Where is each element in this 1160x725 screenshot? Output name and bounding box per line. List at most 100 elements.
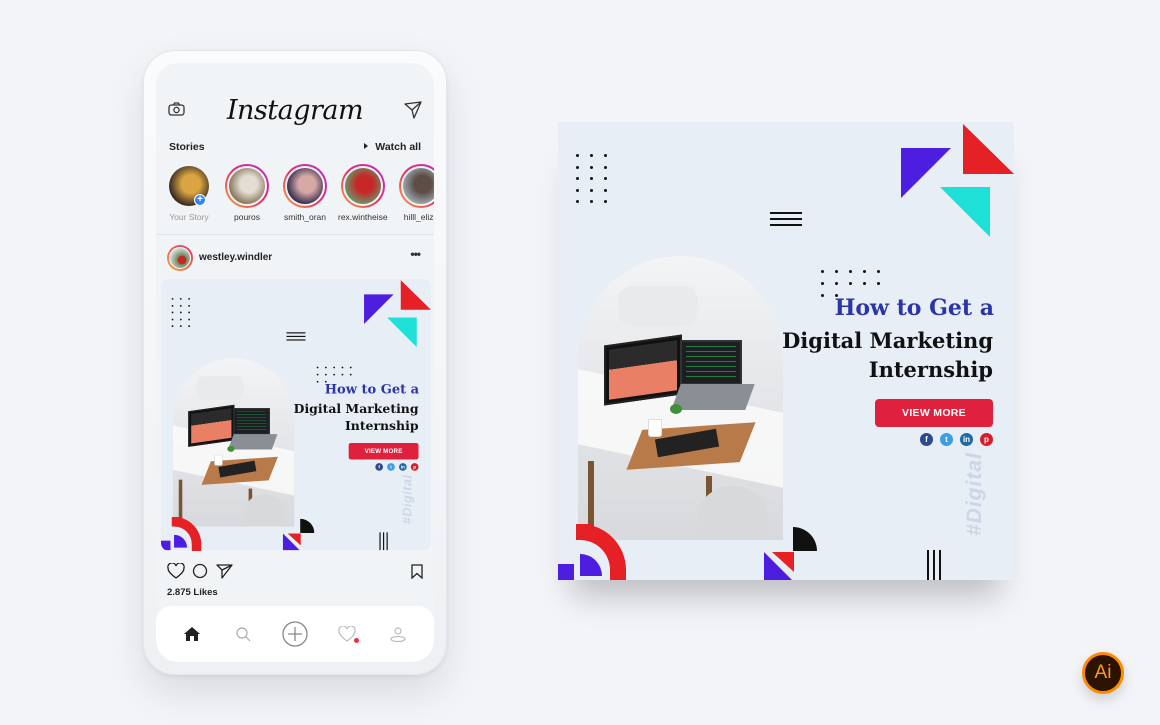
post-header: westley.windler ••• bbox=[167, 245, 423, 271]
view-more-button[interactable]: VIEW MORE bbox=[348, 442, 419, 460]
dot bbox=[188, 304, 191, 307]
dot bbox=[349, 373, 352, 376]
home-icon bbox=[183, 627, 200, 641]
marketing-creative-large: How to Get a Digital Marketing Internshi… bbox=[558, 122, 1014, 580]
title-line-1: How to Get a bbox=[834, 295, 994, 321]
small-purple-triangle bbox=[282, 533, 300, 551]
dot bbox=[576, 154, 579, 157]
vertical-lines-decoration bbox=[379, 532, 388, 551]
divider bbox=[156, 234, 434, 235]
dot bbox=[821, 282, 824, 285]
dot-pattern bbox=[576, 154, 610, 203]
dot bbox=[171, 304, 174, 307]
dot bbox=[179, 304, 182, 307]
add-story-icon[interactable]: + bbox=[194, 194, 206, 206]
more-options-icon[interactable]: ••• bbox=[410, 247, 421, 261]
twitter-icon[interactable]: t bbox=[940, 433, 953, 446]
dot bbox=[604, 188, 607, 192]
dot bbox=[590, 177, 593, 180]
black-half-circle bbox=[300, 518, 315, 533]
dot bbox=[835, 282, 838, 285]
nav-profile[interactable] bbox=[384, 620, 412, 648]
title-line-2: Digital Marketing Internship bbox=[782, 326, 993, 384]
dot-pattern bbox=[171, 297, 192, 327]
title-line-2: Digital Marketing Internship bbox=[294, 400, 419, 434]
dot bbox=[171, 325, 174, 327]
share-icon[interactable] bbox=[216, 563, 233, 579]
red-triangle bbox=[963, 124, 1014, 174]
instagram-logo: Instagram bbox=[226, 95, 364, 126]
linkedin-icon[interactable]: in bbox=[398, 463, 407, 471]
workspace-photo bbox=[578, 256, 783, 540]
nav-home[interactable] bbox=[178, 620, 206, 648]
title-line-2-text: Digital Marketing bbox=[293, 400, 419, 416]
story-item[interactable]: smith_oran bbox=[280, 164, 330, 226]
post-username[interactable]: westley.windler bbox=[199, 252, 272, 263]
dot bbox=[333, 366, 336, 369]
post-avatar[interactable] bbox=[167, 245, 193, 271]
story-username: rex.wintheiser bbox=[338, 212, 388, 222]
story-item[interactable]: pouros bbox=[222, 164, 272, 226]
facebook-icon[interactable]: f bbox=[920, 433, 933, 446]
heart-icon bbox=[337, 626, 356, 642]
direct-message-icon[interactable] bbox=[404, 101, 422, 119]
dot bbox=[576, 177, 579, 180]
dot bbox=[324, 373, 327, 376]
dot bbox=[863, 270, 866, 273]
bookmark-icon[interactable] bbox=[411, 564, 423, 579]
story-item[interactable]: + Your Story bbox=[164, 164, 214, 226]
hashtag-text: #Digital bbox=[963, 452, 986, 536]
purple-quarter-circle bbox=[580, 554, 602, 576]
post-image[interactable]: How to Get a Digital Marketing Internshi… bbox=[161, 279, 431, 551]
story-avatar[interactable] bbox=[341, 164, 385, 208]
workspace-photo bbox=[172, 358, 295, 527]
watch-all-link[interactable]: Watch all bbox=[364, 141, 421, 153]
story-avatar[interactable] bbox=[283, 164, 327, 208]
story-avatar[interactable] bbox=[399, 164, 434, 208]
nav-activity[interactable] bbox=[333, 620, 361, 648]
dot bbox=[835, 270, 838, 273]
nav-add[interactable] bbox=[281, 620, 309, 648]
dot bbox=[576, 165, 579, 169]
comment-icon[interactable] bbox=[192, 563, 208, 579]
dot bbox=[590, 200, 593, 203]
profile-icon bbox=[390, 627, 406, 642]
dot bbox=[171, 297, 174, 300]
dot bbox=[863, 282, 866, 285]
story-avatar[interactable] bbox=[225, 164, 269, 208]
linkedin-icon[interactable]: in bbox=[960, 433, 973, 446]
stories-list: + Your Story pouros smith_oran rex.wintheise… bbox=[164, 164, 434, 226]
dot bbox=[604, 165, 607, 169]
dot bbox=[316, 380, 319, 383]
story-item[interactable]: rex.wintheiser bbox=[338, 164, 388, 226]
post-actions bbox=[167, 563, 423, 581]
dot bbox=[821, 270, 824, 273]
likes-count: 2.875 Likes bbox=[167, 587, 218, 598]
black-half-circle bbox=[793, 527, 817, 551]
pinterest-icon[interactable]: p bbox=[410, 463, 419, 471]
dot bbox=[171, 318, 174, 321]
dot bbox=[316, 366, 319, 369]
purple-square bbox=[558, 564, 574, 580]
stories-header: Stories Watch all bbox=[169, 141, 421, 157]
small-purple-triangle bbox=[764, 552, 792, 580]
red-triangle bbox=[400, 280, 431, 310]
dot bbox=[188, 297, 191, 300]
nav-search[interactable] bbox=[229, 620, 257, 648]
dot bbox=[590, 188, 593, 192]
twitter-icon[interactable]: t bbox=[387, 463, 395, 471]
dot bbox=[179, 318, 182, 321]
menu-lines-decoration bbox=[770, 212, 802, 230]
hashtag-text: #Digital bbox=[400, 474, 415, 525]
like-icon[interactable] bbox=[167, 563, 185, 579]
view-more-button[interactable]: VIEW MORE bbox=[875, 399, 993, 427]
story-username: hilll_eliza bbox=[403, 212, 434, 222]
post-preview: How to Get a Digital Marketing Internshi… bbox=[558, 122, 1014, 580]
dot bbox=[821, 294, 824, 297]
title-dot-pattern bbox=[316, 366, 353, 383]
story-item[interactable]: hilll_eliza bbox=[396, 164, 434, 226]
facebook-icon[interactable]: f bbox=[375, 463, 383, 471]
dot bbox=[316, 373, 319, 376]
pinterest-icon[interactable]: p bbox=[980, 433, 993, 446]
dot bbox=[171, 311, 174, 314]
